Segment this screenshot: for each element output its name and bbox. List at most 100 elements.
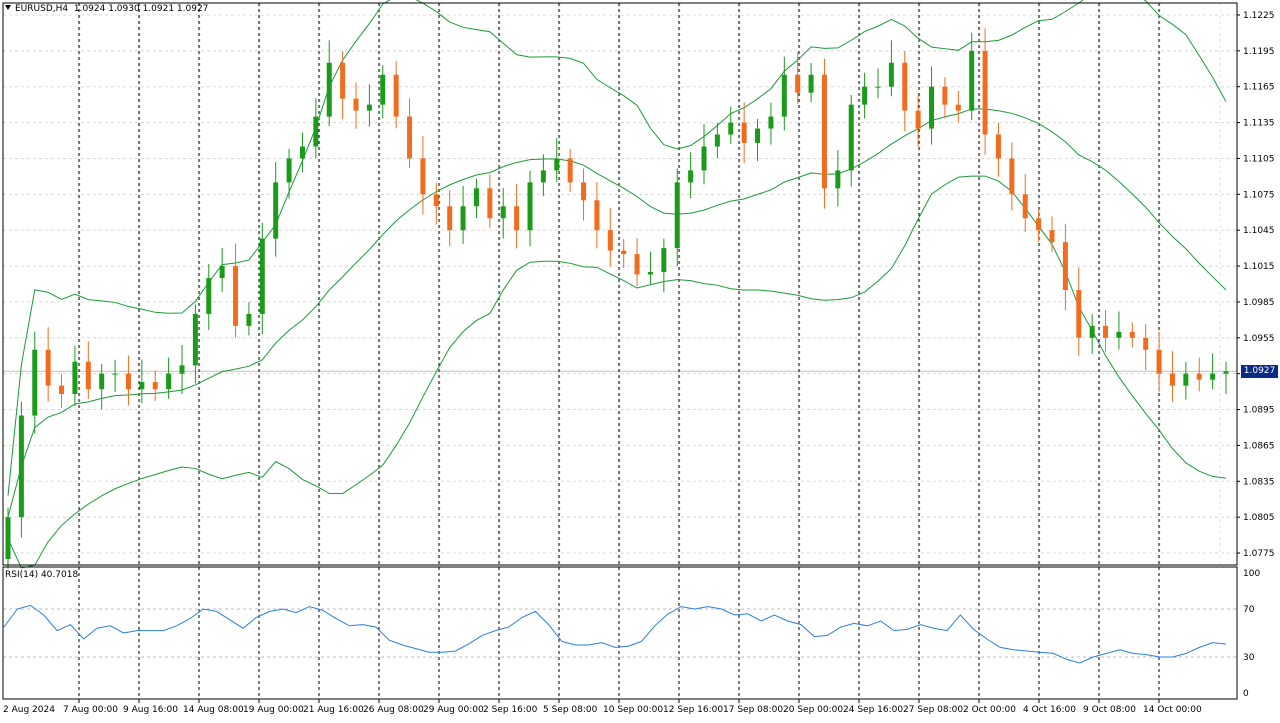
x-tick-label: 14 Aug 08:00	[183, 705, 244, 715]
candle-body	[1022, 194, 1028, 219]
candle-body	[246, 313, 252, 326]
rsi-line	[3, 604, 1227, 664]
candle-body	[955, 104, 961, 111]
candle-body	[902, 62, 908, 111]
candle-body	[1223, 371, 1229, 374]
candle-body	[1169, 373, 1175, 386]
candle-body	[795, 74, 801, 93]
candle-body	[179, 365, 185, 374]
x-tick-label: 29 Aug 00:00	[423, 705, 484, 715]
candle-body	[848, 104, 854, 171]
y-tick-label: 1.0895	[1243, 406, 1275, 416]
chart-canvas[interactable]: 1.1225 1.1195 1.1165 1.1135 1.1105 1.1075 1.10…	[0, 0, 1280, 720]
x-tick-label: 4 Oct 16:00	[1023, 705, 1076, 715]
y-tick-label: 1.1195	[1243, 47, 1275, 57]
candle-body	[594, 200, 600, 231]
candle-body	[634, 254, 640, 275]
rsi-pane-frame	[2, 566, 1238, 700]
x-tick-label: 27 Sep 08:00	[903, 705, 963, 715]
candle-body	[273, 182, 279, 239]
x-tick-label: 7 Aug 00:00	[63, 705, 118, 715]
bollinger-middle-line	[7, 108, 1227, 518]
candle-body	[139, 382, 145, 390]
rsi-axis: 100 70 30 0	[1243, 569, 1260, 699]
candle-body	[1143, 337, 1149, 350]
chart-header: EURUSD,H4 1.0924 1.0930 1.0921 1.0927	[5, 4, 208, 14]
candle-body	[72, 361, 78, 395]
candle-body	[5, 517, 11, 560]
candle-body	[393, 74, 399, 117]
candle-body	[1103, 325, 1109, 338]
candle-body	[166, 373, 172, 390]
candle-body	[1009, 158, 1015, 195]
x-tick-label: 5 Sep 08:00	[543, 705, 598, 715]
current-price-tag: 1.0927	[1241, 364, 1278, 378]
candle-body	[688, 170, 694, 183]
candle-body	[433, 194, 439, 207]
y-tick-label: 1.1105	[1243, 154, 1275, 164]
bollinger-bands	[7, 0, 1227, 569]
eurusd-chart-window[interactable]: 1.1225 1.1195 1.1165 1.1135 1.1105 1.1075 1.10…	[0, 0, 1280, 720]
time-axis: 2 Aug 2024 7 Aug 00:00 9 Aug 16:00 14 Aug 0…	[3, 699, 1202, 715]
rsi-level-label: 100	[1243, 569, 1260, 579]
candle-body	[99, 373, 105, 390]
candle-body	[862, 86, 868, 105]
y-tick-label: 1.0835	[1243, 477, 1275, 487]
price-grid	[3, 3, 1237, 565]
period-separators	[78, 3, 1160, 699]
rsi-level-label: 0	[1243, 689, 1249, 699]
y-tick-label: 1.1045	[1243, 226, 1275, 236]
x-tick-label: 9 Oct 08:00	[1083, 705, 1136, 715]
y-tick-label: 1.0805	[1243, 513, 1275, 523]
symbol-label: EURUSD,H4	[15, 4, 69, 14]
candle-body	[353, 98, 359, 111]
candle-body	[340, 62, 346, 99]
chevron-down-icon[interactable]	[5, 5, 11, 10]
candle-body	[125, 373, 131, 390]
candle-body	[741, 122, 747, 143]
candle-body	[755, 128, 761, 143]
candle-body	[540, 170, 546, 183]
candle-body	[1089, 325, 1095, 338]
candle-body	[728, 122, 734, 135]
candle-body	[1196, 373, 1202, 380]
candle-body	[460, 206, 466, 231]
candle-body	[808, 74, 814, 93]
candle-body	[969, 50, 975, 111]
candle-body	[447, 206, 453, 231]
ohlc-values: 1.0924 1.0930 1.0921 1.0927	[73, 4, 209, 14]
candle-body	[420, 158, 426, 195]
candle-body	[995, 134, 1001, 159]
candle-body	[674, 182, 680, 249]
y-tick-label: 1.0985	[1243, 298, 1275, 308]
candle-body	[18, 415, 24, 518]
candle-body	[1036, 218, 1042, 231]
x-tick-label: 2 Oct 00:00	[963, 705, 1016, 715]
y-tick-label: 1.0955	[1243, 334, 1275, 344]
y-tick-label: 1.1075	[1243, 190, 1275, 200]
x-tick-label: 20 Sep 00:00	[783, 705, 843, 715]
candle-body	[888, 62, 894, 87]
candle-body	[233, 266, 239, 326]
candle-body	[768, 116, 774, 129]
candle-body	[326, 62, 332, 117]
candle-body	[59, 385, 65, 395]
candle-body	[259, 238, 265, 314]
x-tick-label: 9 Aug 16:00	[123, 705, 178, 715]
candle-body	[152, 382, 158, 390]
x-tick-label: 26 Aug 08:00	[363, 705, 424, 715]
candle-body	[1049, 230, 1055, 243]
bollinger-upper-line	[7, 0, 1227, 496]
x-tick-label: 19 Aug 00:00	[243, 705, 304, 715]
x-tick-label: 10 Sep 00:00	[603, 705, 663, 715]
candle-body	[1062, 242, 1068, 290]
candle-body	[1183, 373, 1189, 386]
candle-body	[942, 86, 948, 105]
rsi-title: RSI(14) 40.7018	[5, 570, 79, 580]
candle-body	[1156, 349, 1162, 374]
candle-body	[380, 74, 386, 105]
candle-body	[835, 170, 841, 189]
y-tick-label: 1.1225	[1243, 11, 1275, 21]
candle-body	[366, 104, 372, 111]
y-tick-label: 1.0865	[1243, 441, 1275, 451]
